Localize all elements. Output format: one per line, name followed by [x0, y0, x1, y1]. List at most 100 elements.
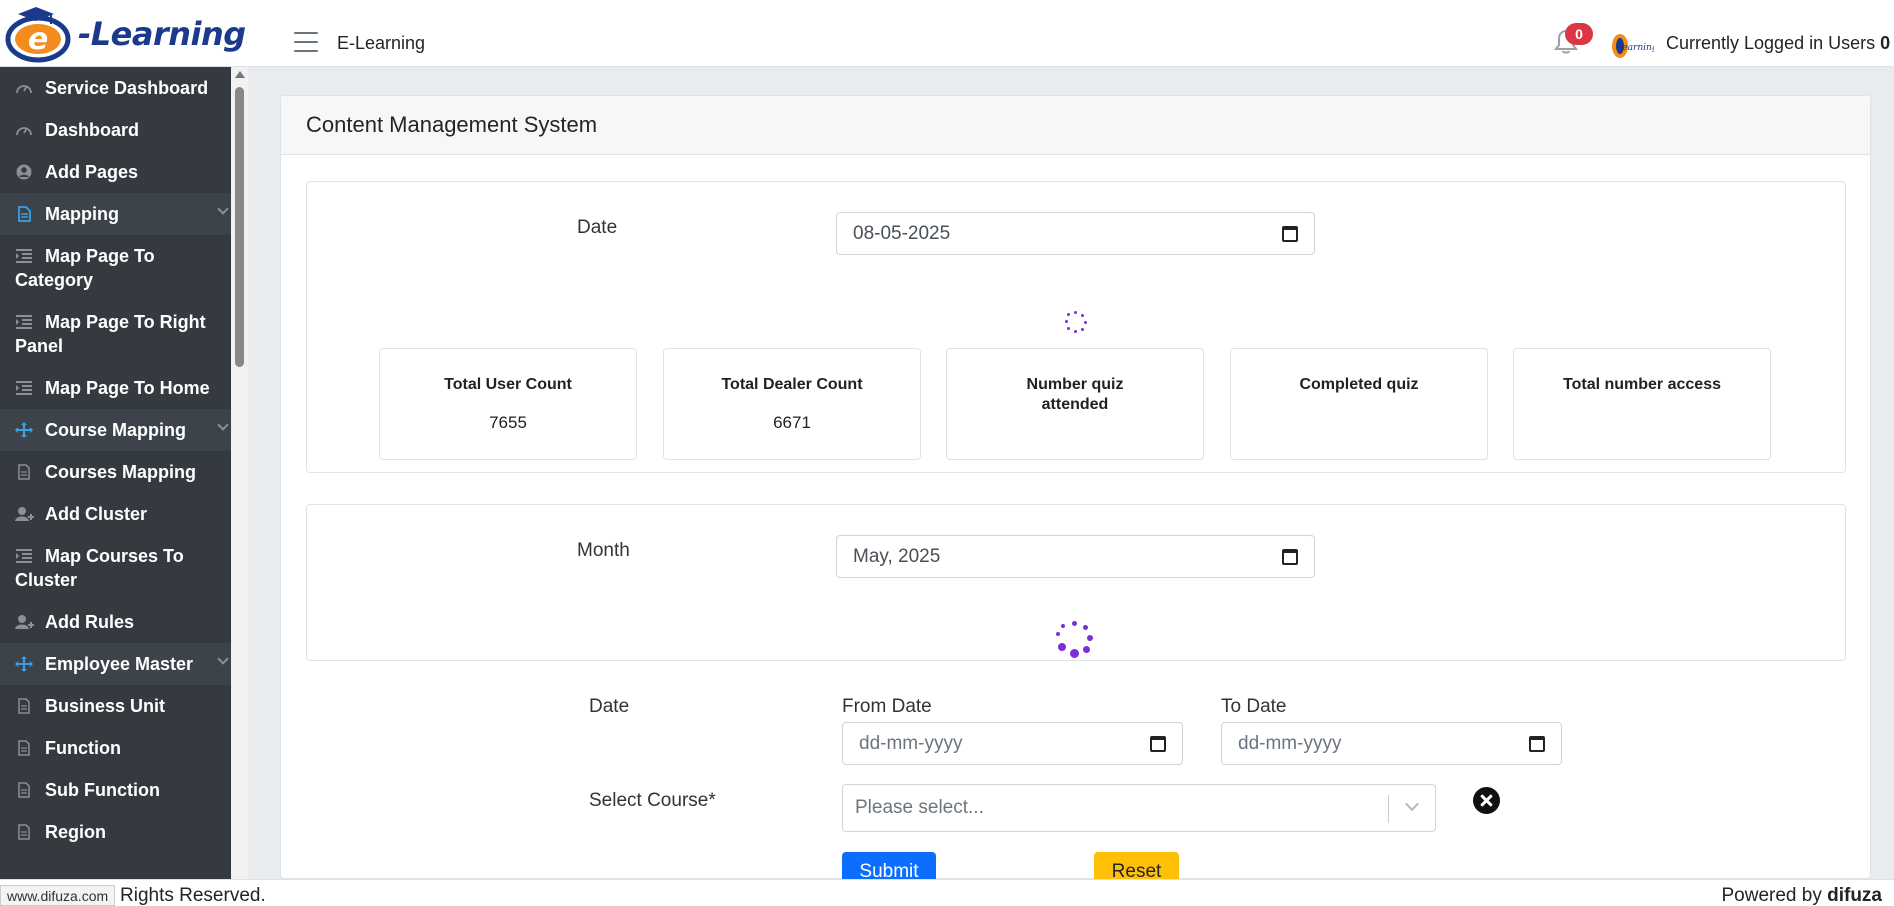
- app-logo[interactable]: e -Learning: [0, 0, 250, 67]
- user-circle-icon: [15, 162, 33, 180]
- stat-title: Total User Count: [444, 376, 572, 393]
- logo-text: -Learning: [78, 14, 246, 53]
- sidebar-item[interactable]: Service Dashboard: [0, 67, 231, 109]
- sidebar-item[interactable]: Map Page To Right Panel: [0, 301, 231, 367]
- sidebar-item[interactable]: Function: [0, 727, 231, 769]
- calendar-icon[interactable]: [1529, 735, 1545, 752]
- calendar-icon[interactable]: [1282, 225, 1298, 242]
- user-plus-icon: [15, 612, 34, 629]
- stat-value: 6671: [773, 413, 811, 432]
- scroll-thumb[interactable]: [235, 87, 244, 367]
- page-title: Content Management System: [281, 96, 1870, 155]
- scroll-up-arrow-icon[interactable]: [235, 71, 245, 78]
- sidebar-item-label: Add Cluster: [45, 504, 148, 524]
- sidebar-item[interactable]: Map Page To Home: [0, 367, 231, 409]
- chevron-down-icon[interactable]: [217, 653, 229, 665]
- sidebar-item-label: Add Pages: [45, 162, 139, 182]
- document-icon: [15, 204, 33, 222]
- from-date-label: From Date: [842, 696, 932, 717]
- sidebar-item-label: Region: [45, 822, 106, 842]
- e-learning-logo-icon: e: [4, 5, 84, 63]
- chevron-down-icon[interactable]: [217, 419, 229, 431]
- loading-spinner-icon: [1056, 621, 1094, 659]
- stat-card-total-users: Total User Count 7655: [379, 348, 637, 460]
- logo-letter: e: [28, 22, 48, 57]
- menu-toggle-icon[interactable]: [294, 32, 318, 52]
- gauge-icon: [15, 120, 33, 136]
- footer: Rights Reserved. Powered by difuza: [0, 879, 1894, 906]
- top-header: e -Learning E-Learning 0 Learning Curren…: [0, 0, 1894, 67]
- sidebar-item-label: Course Mapping: [45, 420, 187, 440]
- select-separator: [1388, 795, 1389, 823]
- course-select-placeholder: Please select...: [855, 797, 984, 818]
- indent-icon: [15, 378, 33, 395]
- indent-icon: [15, 312, 33, 329]
- gauge-icon: [15, 78, 33, 94]
- user-avatar-icon[interactable]: Learning: [1610, 28, 1654, 60]
- clear-selection-icon[interactable]: [1473, 787, 1500, 814]
- indent-icon: [15, 246, 33, 263]
- date-value: 08-05-2025: [853, 222, 951, 244]
- file-icon: [15, 696, 33, 714]
- sidebar-item-label: Map Page To Home: [45, 378, 210, 398]
- footer-brand-link[interactable]: difuza: [1827, 885, 1882, 906]
- sidebar-item-label: Function: [45, 738, 121, 758]
- calendar-icon[interactable]: [1282, 548, 1298, 565]
- sidebar-item-label: Map Courses To Cluster: [15, 546, 184, 590]
- sidebar-item[interactable]: Mapping: [0, 193, 231, 235]
- sidebar-item-label: Business Unit: [45, 696, 166, 716]
- to-date-input[interactable]: dd-mm-yyyy: [1221, 722, 1562, 765]
- month-value: May, 2025: [853, 545, 941, 567]
- sidebar-item[interactable]: Region: [0, 811, 231, 853]
- sidebar-item[interactable]: Sub Function: [0, 769, 231, 811]
- stat-title: Total Dealer Count: [721, 376, 863, 393]
- file-icon: [15, 462, 33, 480]
- user-plus-icon: [15, 504, 34, 521]
- sidebar-item[interactable]: Add Pages: [0, 151, 231, 193]
- select-course-label: Select Course*: [589, 790, 716, 811]
- status-url-tooltip: www.difuza.com: [0, 885, 116, 906]
- logged-users-text: Currently Logged in Users 0: [1666, 33, 1891, 53]
- chevron-down-icon[interactable]: [217, 203, 229, 215]
- chevron-down-icon[interactable]: [1404, 796, 1420, 812]
- month-input[interactable]: May, 2025: [836, 535, 1315, 578]
- calendar-icon[interactable]: [1150, 735, 1166, 752]
- sidebar: Service Dashboard Dashboard Add Pages Mappi…: [0, 67, 231, 879]
- arrows-move-icon: [15, 654, 33, 672]
- sidebar-item-label: Courses Mapping: [45, 462, 197, 482]
- sidebar-item[interactable]: Course Mapping: [0, 409, 231, 451]
- from-date-input[interactable]: dd-mm-yyyy: [842, 722, 1183, 765]
- sidebar-item-label: Map Page To Category: [15, 246, 155, 290]
- file-icon: [15, 780, 33, 798]
- course-select[interactable]: Please select...: [842, 784, 1436, 832]
- stat-card-total-access: Total number access: [1513, 348, 1771, 460]
- sidebar-item-label: Mapping: [45, 204, 119, 224]
- stat-card-quiz-attended: Number quiz attended: [946, 348, 1204, 460]
- footer-copyright: Rights Reserved.: [120, 885, 266, 906]
- footer-powered-by: Powered by difuza: [1721, 885, 1882, 906]
- sidebar-item[interactable]: Courses Mapping: [0, 451, 231, 493]
- stat-value: 7655: [489, 413, 527, 432]
- sidebar-scrollbar[interactable]: [231, 67, 248, 879]
- sidebar-item[interactable]: Dashboard: [0, 109, 231, 151]
- sidebar-item[interactable]: Map Courses To Cluster: [0, 535, 231, 601]
- sidebar-item[interactable]: Business Unit: [0, 685, 231, 727]
- sidebar-item-label: Service Dashboard: [45, 78, 209, 98]
- date-input[interactable]: 08-05-2025: [836, 212, 1315, 255]
- sidebar-item[interactable]: Add Cluster: [0, 493, 231, 535]
- file-icon: [15, 738, 33, 756]
- indent-icon: [15, 546, 33, 563]
- logged-users-count: 0: [1880, 33, 1891, 53]
- sidebar-item[interactable]: Map Page To Category: [0, 235, 231, 301]
- sidebar-item-label: Sub Function: [45, 780, 160, 800]
- sidebar-item-label: Map Page To Right Panel: [15, 312, 206, 356]
- month-label: Month: [577, 540, 630, 561]
- stat-card-total-dealers: Total Dealer Count 6671: [663, 348, 921, 460]
- sidebar-item[interactable]: Add Rules: [0, 601, 231, 643]
- sidebar-item[interactable]: Employee Master: [0, 643, 231, 685]
- date-label: Date: [577, 217, 618, 238]
- brand-title: E-Learning: [337, 33, 426, 53]
- stat-title: Total number access: [1563, 376, 1721, 393]
- stat-title: Number quiz attended: [1026, 376, 1124, 413]
- to-date-label: To Date: [1221, 696, 1287, 717]
